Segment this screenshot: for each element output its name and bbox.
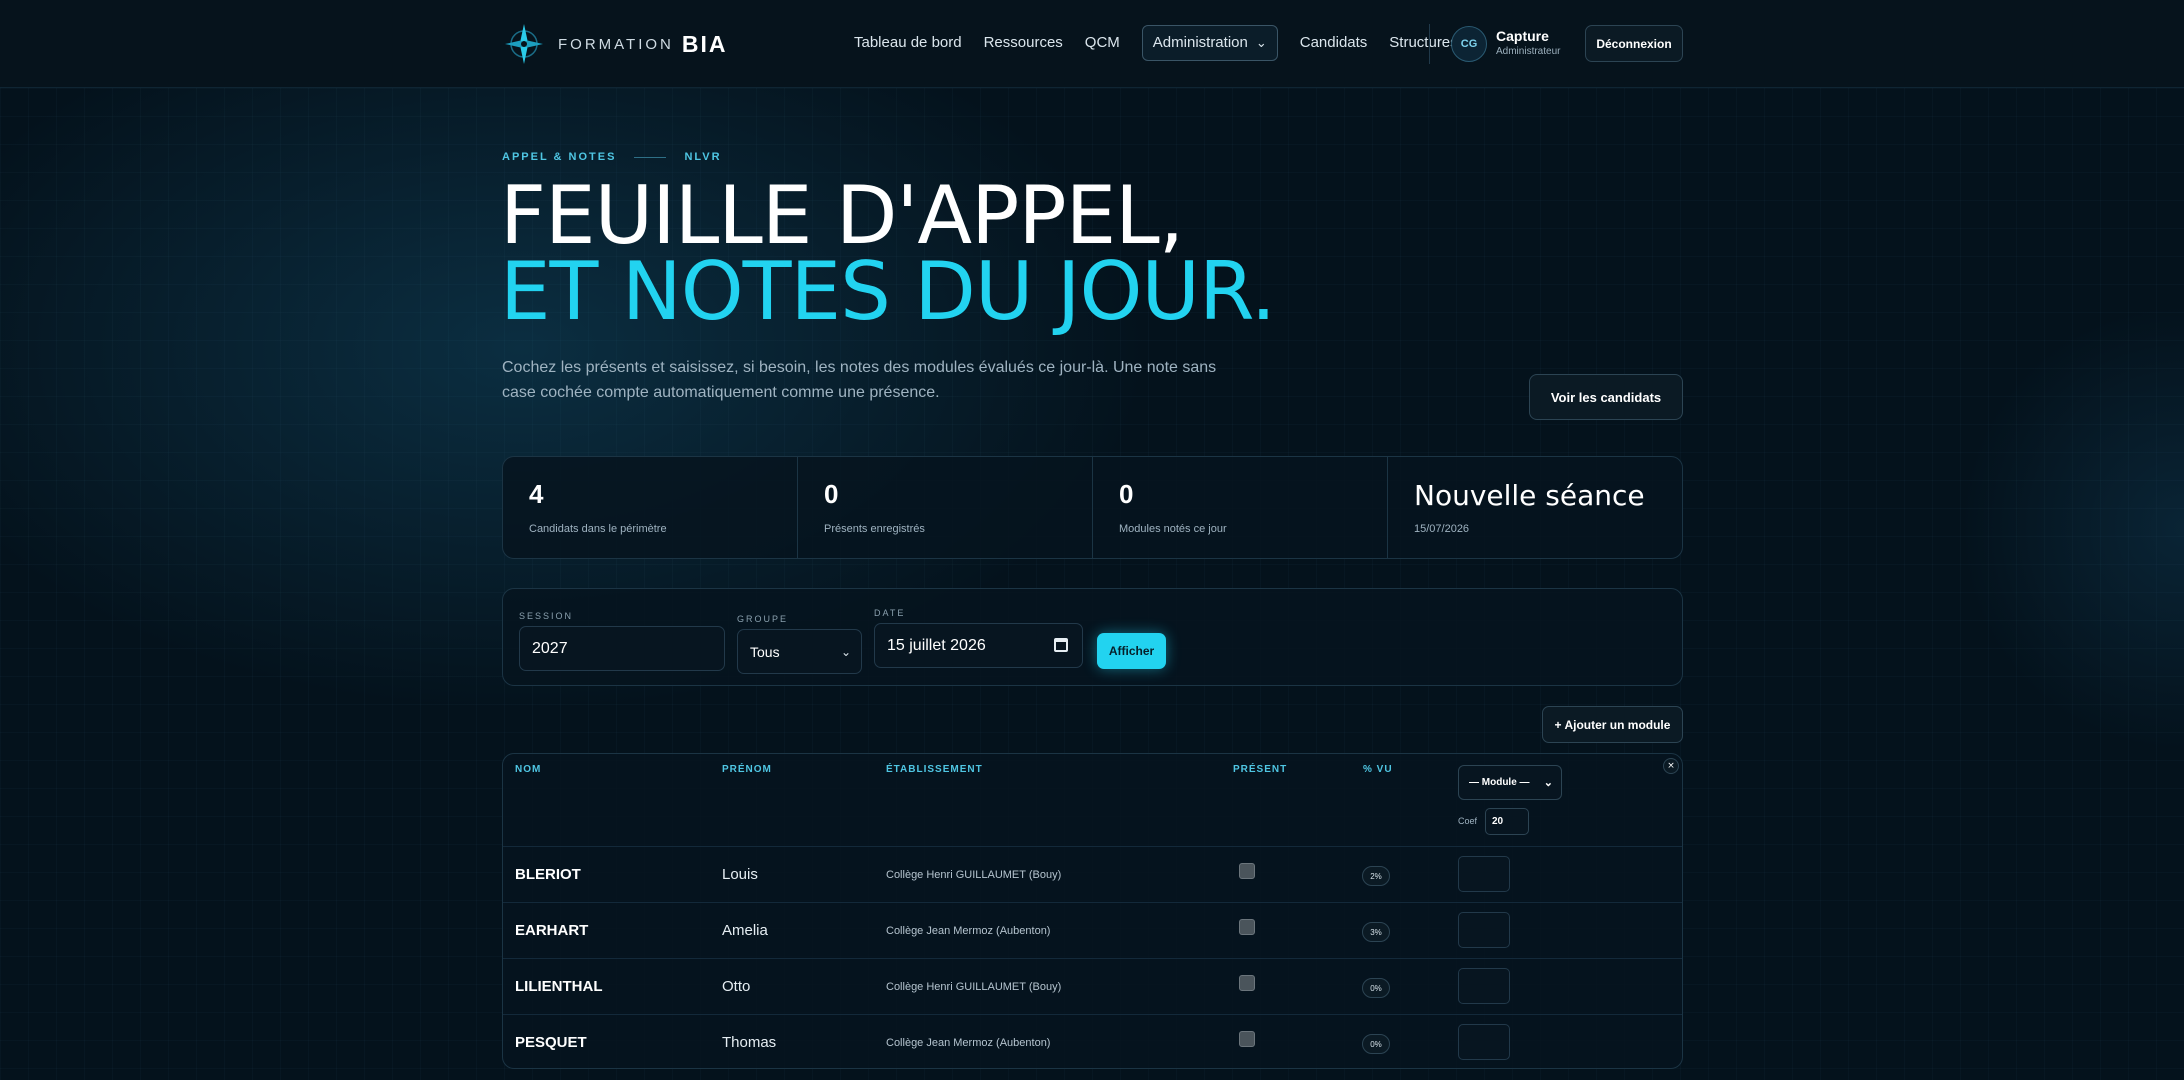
- vu-badge: 3%: [1362, 922, 1390, 942]
- chevron-down-icon: ⌄: [1255, 35, 1267, 50]
- page-title-line1: FEUILLE D'APPEL,: [500, 169, 1184, 262]
- nav-item-candidates[interactable]: Candidats: [1300, 25, 1368, 61]
- top-navbar: FORMATION BIA Tableau de bord Ressources…: [0, 0, 2184, 88]
- note-input[interactable]: [1458, 1024, 1510, 1060]
- attendance-table: NOM PRÉNOM ÉTABLISSEMENT PRÉSENT % VU — …: [502, 753, 1683, 1069]
- page-title: FEUILLE D'APPEL, ET NOTES DU JOUR.: [500, 169, 1276, 338]
- stats-panel: 4 Candidats dans le périmètre 0 Présents…: [502, 456, 1683, 559]
- view-candidates-button[interactable]: Voir les candidats: [1529, 374, 1683, 420]
- column-header-vu: % VU: [1363, 764, 1393, 775]
- cell-prenom: Louis: [722, 866, 758, 883]
- cell-prenom: Amelia: [722, 922, 768, 939]
- present-checkbox[interactable]: [1239, 919, 1255, 935]
- table-row: PESQUET Thomas Collège Jean Mermoz (Aube…: [503, 1014, 1682, 1068]
- cell-etablissement: Collège Henri GUILLAUMET (Bouy): [886, 869, 1062, 881]
- cell-etablissement: Collège Henri GUILLAUMET (Bouy): [886, 981, 1062, 993]
- stat-present: 0 Présents enregistrés: [798, 457, 1093, 558]
- stat-label: Candidats dans le périmètre: [529, 523, 667, 535]
- table-row: EARHART Amelia Collège Jean Mermoz (Aube…: [503, 902, 1682, 958]
- nav-item-resources[interactable]: Ressources: [984, 25, 1063, 61]
- nav-item-administration-label: Administration: [1152, 34, 1248, 51]
- vu-badge: 0%: [1362, 1034, 1390, 1054]
- module-select[interactable]: — Module — ⌄: [1458, 765, 1562, 800]
- vu-badge: 2%: [1362, 866, 1390, 886]
- nav-item-administration[interactable]: Administration ⌄: [1141, 25, 1278, 61]
- user-name: Capture: [1496, 28, 1549, 44]
- note-input[interactable]: [1458, 912, 1510, 948]
- note-input[interactable]: [1458, 856, 1510, 892]
- coef-label: Coef: [1458, 816, 1478, 826]
- chevron-down-icon: ⌄: [840, 644, 851, 659]
- nav-item-dashboard[interactable]: Tableau de bord: [854, 25, 962, 61]
- logout-button[interactable]: Déconnexion: [1585, 25, 1683, 62]
- present-checkbox[interactable]: [1239, 863, 1255, 879]
- module-select-value: — Module —: [1469, 777, 1530, 788]
- stat-label: Modules notés ce jour: [1119, 523, 1227, 535]
- page-description: Cochez les présents et saisissez, si bes…: [502, 359, 1217, 401]
- cell-etablissement: Collège Jean Mermoz (Aubenton): [886, 925, 1051, 937]
- filters-panel: SESSION 2027 GROUPE Tous ⌄ DATE 15 juill…: [502, 588, 1683, 686]
- present-checkbox[interactable]: [1239, 1031, 1255, 1047]
- calendar-icon[interactable]: [1054, 638, 1068, 652]
- cell-nom: EARHART: [515, 922, 589, 939]
- groupe-label: GROUPE: [737, 614, 789, 624]
- present-checkbox[interactable]: [1239, 975, 1255, 991]
- nav-item-structures[interactable]: Structures: [1389, 25, 1457, 61]
- compass-star-icon: [505, 24, 543, 64]
- stat-value: 4: [529, 479, 544, 509]
- groupe-select[interactable]: Tous ⌄: [737, 629, 862, 674]
- brand-big-text: BIA: [681, 30, 728, 57]
- avatar[interactable]: CG: [1451, 26, 1487, 62]
- main-menu: Tableau de bord Ressources QCM Administr…: [854, 25, 1480, 61]
- eyebrow-divider: [634, 156, 667, 158]
- table-row: BLERIOT Louis Collège Henri GUILLAUMET (…: [503, 846, 1682, 902]
- chevron-down-icon: ⌄: [1543, 777, 1553, 789]
- cell-nom: BLERIOT: [515, 866, 581, 883]
- nav-item-qcm[interactable]: QCM: [1085, 25, 1120, 61]
- nav-divider: [1429, 24, 1430, 64]
- session-input[interactable]: 2027: [519, 626, 725, 671]
- eyebrow: APPEL & NOTES NLVR: [502, 151, 722, 163]
- eyebrow-code: NLVR: [684, 151, 722, 163]
- stat-session: Nouvelle séance 15/07/2026: [1388, 457, 1682, 558]
- column-header-etablissement: ÉTABLISSEMENT: [886, 764, 983, 775]
- show-button[interactable]: Afficher: [1097, 633, 1166, 669]
- column-header-nom: NOM: [515, 764, 542, 775]
- cell-nom: PESQUET: [515, 1034, 587, 1051]
- vu-badge: 0%: [1362, 978, 1390, 998]
- add-module-button[interactable]: + Ajouter un module: [1542, 706, 1683, 743]
- stat-value: Nouvelle séance: [1414, 479, 1645, 512]
- stat-label: 15/07/2026: [1414, 523, 1470, 535]
- cell-prenom: Otto: [722, 978, 751, 995]
- cell-nom: LILIENTHAL: [515, 978, 603, 995]
- stat-modules: 0 Modules notés ce jour: [1093, 457, 1388, 558]
- brand-small-text: FORMATION: [558, 35, 674, 53]
- user-role: Administrateur: [1496, 46, 1561, 57]
- note-input[interactable]: [1458, 968, 1510, 1004]
- date-label: DATE: [874, 608, 906, 618]
- groupe-select-value: Tous: [750, 643, 780, 660]
- page-title-line2: ET NOTES DU JOUR.: [500, 245, 1276, 338]
- stat-label: Présents enregistrés: [824, 523, 925, 535]
- cell-prenom: Thomas: [722, 1034, 777, 1051]
- date-input-value: 15 juillet 2026: [887, 636, 986, 654]
- column-header-present: PRÉSENT: [1233, 764, 1288, 775]
- close-icon[interactable]: ×: [1663, 758, 1679, 774]
- eyebrow-section: APPEL & NOTES: [502, 151, 617, 163]
- stat-candidates: 4 Candidats dans le périmètre: [503, 457, 798, 558]
- stat-value: 0: [1119, 479, 1134, 509]
- column-header-prenom: PRÉNOM: [722, 764, 772, 775]
- brand[interactable]: FORMATION BIA: [504, 22, 728, 66]
- table-row: LILIENTHAL Otto Collège Henri GUILLAUMET…: [503, 958, 1682, 1014]
- session-label: SESSION: [519, 611, 574, 621]
- cell-etablissement: Collège Jean Mermoz (Aubenton): [886, 1037, 1051, 1049]
- coef-input[interactable]: 20: [1485, 808, 1529, 835]
- stat-value: 0: [824, 479, 839, 509]
- date-input[interactable]: 15 juillet 2026: [874, 623, 1083, 668]
